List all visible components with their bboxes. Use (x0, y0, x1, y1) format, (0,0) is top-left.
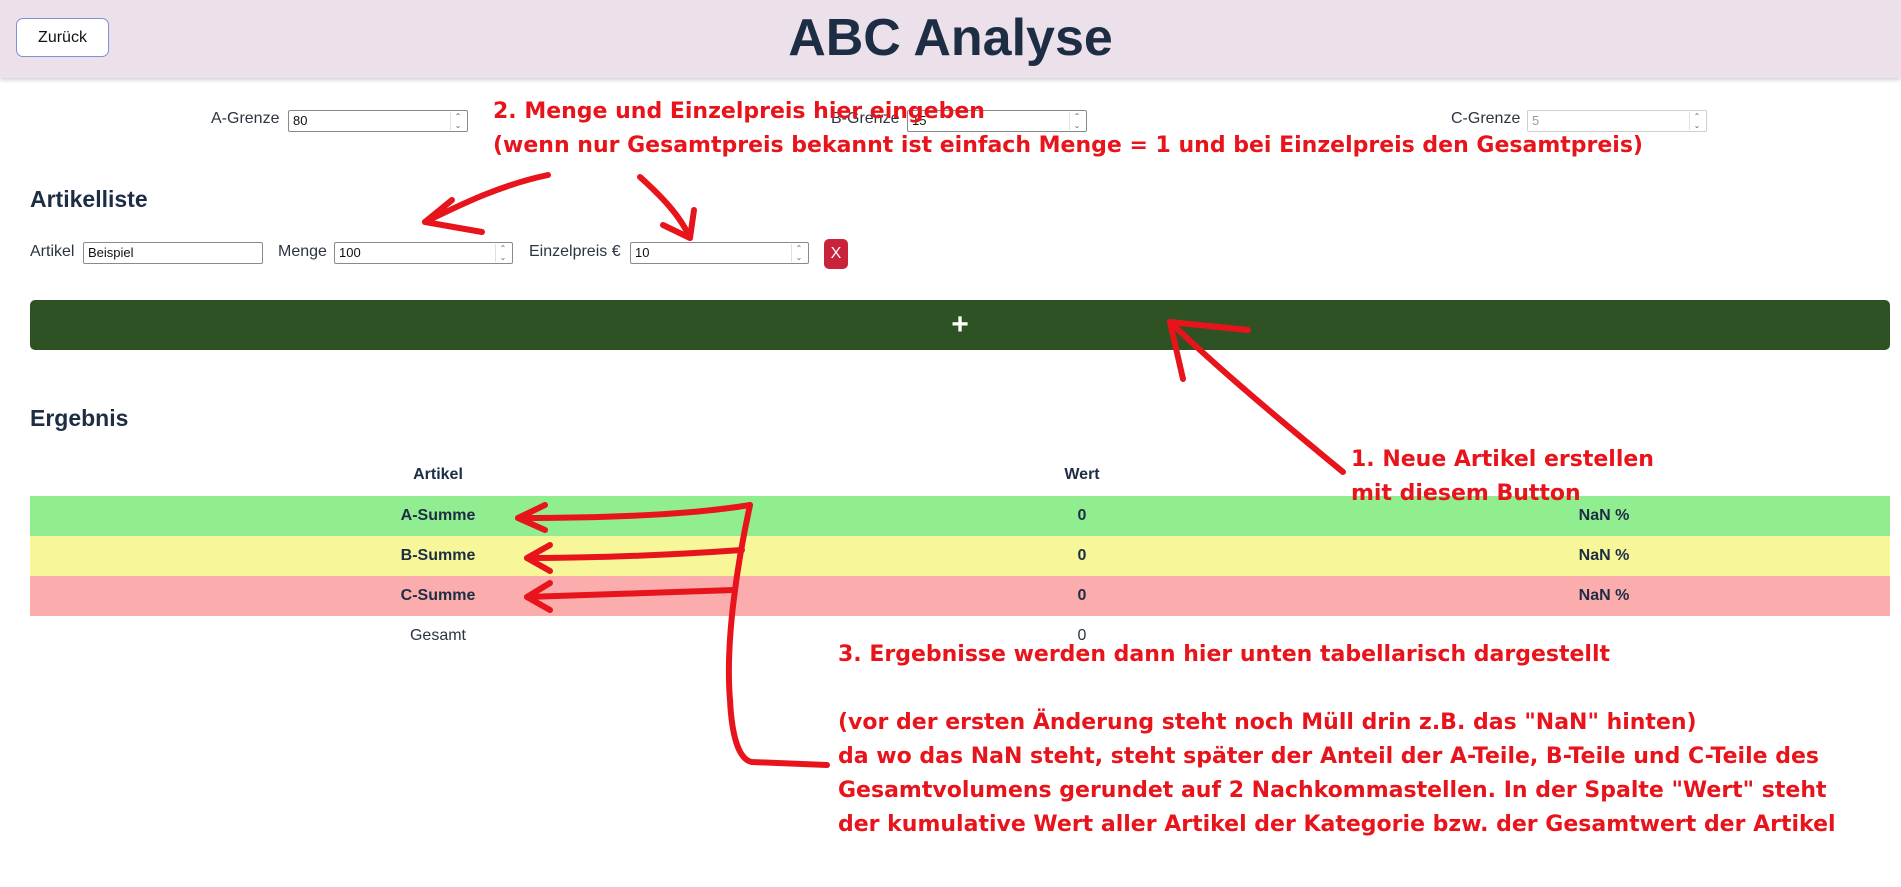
row-wert: 0 (1077, 547, 1087, 564)
annotation-note-3: 3. Ergebnisse werden dann hier unten tab… (838, 642, 1836, 837)
a-limit-label: A-Grenze (211, 110, 280, 127)
app-header: Zurück ABC Analyse (0, 0, 1901, 78)
add-article-button[interactable]: + (30, 300, 1890, 350)
spinner-icon[interactable]: ⌃ ⌄ (450, 112, 465, 130)
menge-label: Menge (278, 243, 327, 260)
ergebnis-heading: Ergebnis (30, 405, 129, 431)
spinner-icon[interactable]: ⌃ ⌄ (495, 244, 510, 262)
einzelpreis-label: Einzelpreis € (529, 243, 621, 260)
spinner-icon: ⌃ ⌄ (1689, 112, 1704, 130)
page-title: ABC Analyse (788, 9, 1113, 67)
artikel-label: Artikel (30, 243, 75, 260)
menge-input[interactable]: 100 ⌃ ⌄ (334, 242, 513, 264)
result-row-c: C-Summe 0 NaN % (30, 576, 1890, 616)
annotation-arrow-einzelpreis (637, 174, 693, 241)
einzelpreis-input[interactable]: 10 ⌃ ⌄ (630, 242, 809, 264)
a-limit-input[interactable]: 80 ⌃ ⌄ (288, 110, 468, 132)
artikel-name-value: Beispiel (88, 245, 134, 260)
result-row-b: B-Summe 0 NaN % (30, 536, 1890, 576)
row-wert: 0 (1077, 587, 1087, 604)
column-header-artikel: Artikel (413, 466, 463, 483)
remove-article-button[interactable]: X (824, 239, 848, 269)
row-name: C-Summe (400, 587, 476, 604)
annotation-arrowhead-einzelpreis (660, 207, 697, 241)
menge-value: 100 (339, 245, 361, 260)
annotation-note-2: 2. Menge und Einzelpreis hier eingeben (… (493, 99, 1643, 158)
artikelliste-heading: Artikelliste (30, 186, 148, 212)
row-name: Gesamt (409, 627, 466, 644)
row-anteil: NaN % (1578, 587, 1630, 604)
annotation-arrowhead-menge (422, 197, 485, 235)
annotation-note-1: 1. Neue Artikel erstellen mit diesem But… (1351, 447, 1654, 506)
row-name: B-Summe (400, 547, 476, 564)
annotation-arrow-menge (422, 172, 551, 225)
column-header-wert: Wert (1064, 466, 1100, 483)
a-limit-value: 80 (293, 113, 308, 128)
row-wert: 0 (1077, 507, 1087, 524)
row-anteil: NaN % (1578, 547, 1630, 564)
spinner-icon[interactable]: ⌃ ⌄ (791, 244, 806, 262)
row-name: A-Summe (400, 507, 476, 524)
artikel-name-input[interactable]: Beispiel (83, 242, 263, 264)
einzelpreis-value: 10 (635, 245, 650, 260)
